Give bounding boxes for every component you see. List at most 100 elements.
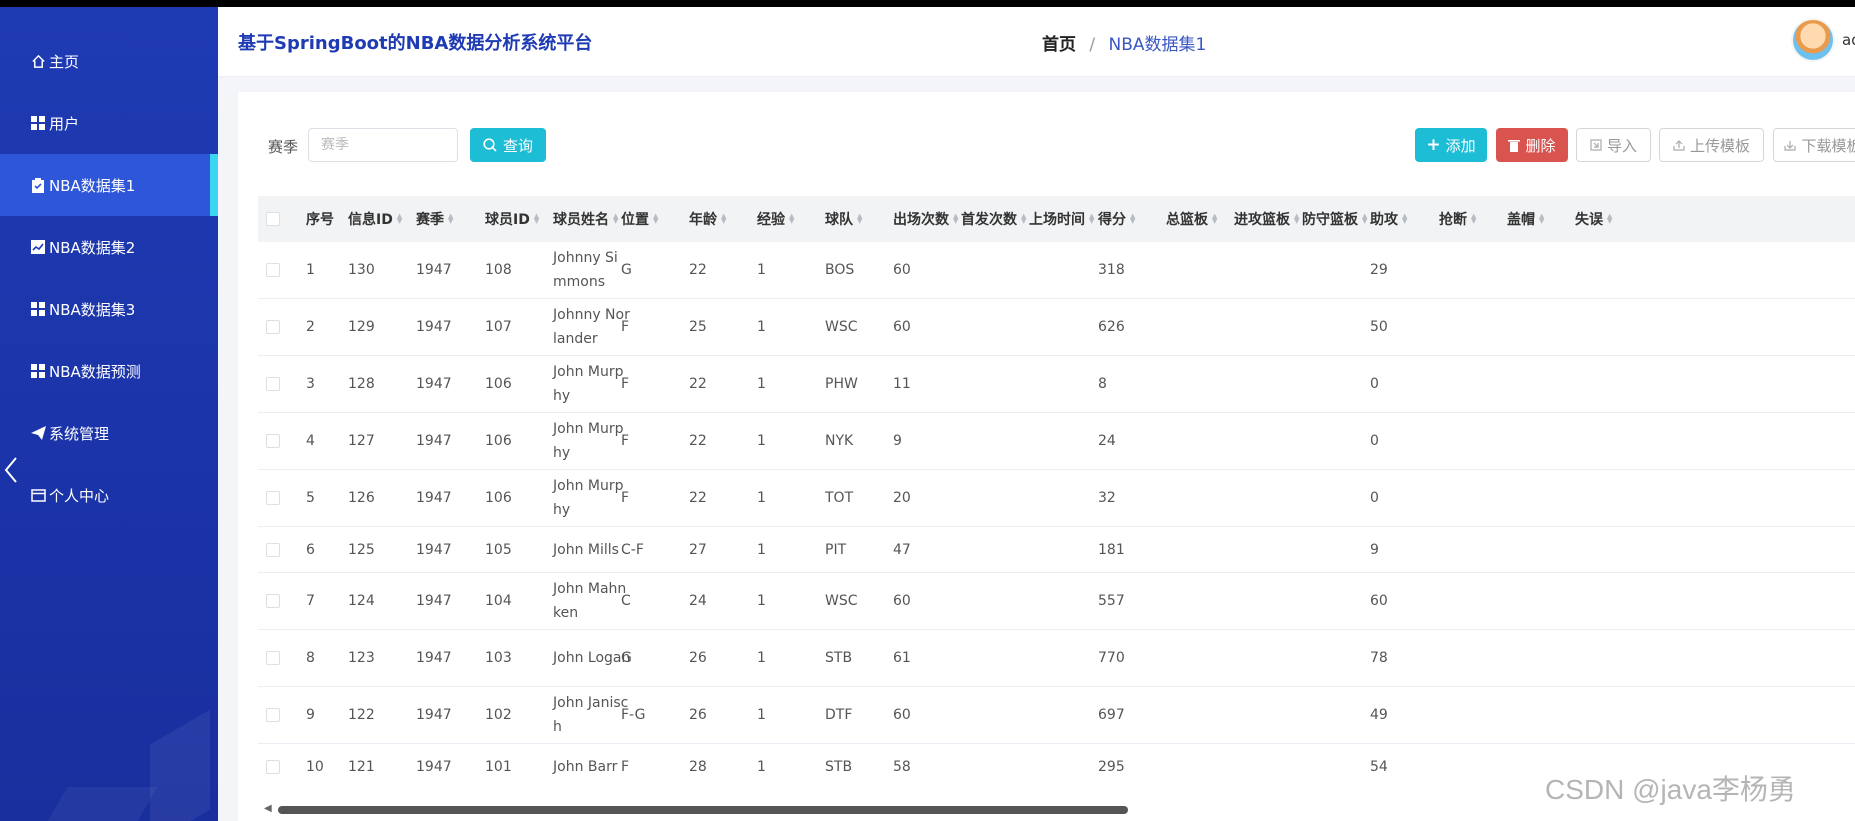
row-checkbox[interactable] bbox=[266, 708, 280, 722]
column-header[interactable]: 抢断 ▲ ▼ bbox=[1439, 196, 1476, 242]
add-button[interactable]: + 添加 bbox=[1415, 128, 1487, 162]
cell-no: 8 bbox=[306, 650, 315, 666]
select-all-checkbox[interactable] bbox=[266, 212, 280, 226]
avatar[interactable] bbox=[1791, 18, 1835, 62]
column-header[interactable]: 助攻 ▲ ▼ bbox=[1370, 196, 1407, 242]
row-checkbox[interactable] bbox=[266, 434, 280, 448]
table-row[interactable]: 5 126 1947 106 John Murphy F 22 1 TOT 20 32 0 bbox=[258, 470, 1855, 527]
cell-info-id: 123 bbox=[348, 650, 375, 666]
sort-icon[interactable]: ▲ ▼ bbox=[1089, 213, 1094, 225]
column-header[interactable]: 出场次数 ▲ ▼ bbox=[893, 196, 958, 242]
column-header[interactable]: 信息ID ▲ ▼ bbox=[348, 196, 402, 242]
sidebar-item-users[interactable]: 用户 bbox=[0, 92, 218, 154]
import-button[interactable]: 导入 bbox=[1576, 128, 1651, 162]
sort-icon[interactable]: ▲ ▼ bbox=[1362, 213, 1367, 225]
column-header[interactable]: 球队 ▲ ▼ bbox=[825, 196, 862, 242]
download-icon bbox=[1784, 141, 1797, 151]
sort-icon[interactable]: ▲ ▼ bbox=[1212, 213, 1217, 225]
sort-icon[interactable]: ▲ ▼ bbox=[613, 213, 618, 225]
column-header[interactable]: 序号 bbox=[306, 196, 334, 242]
sort-icon[interactable]: ▲ ▼ bbox=[953, 213, 958, 225]
table-row[interactable]: 3 128 1947 106 John Murphy F 22 1 PHW 11 8 0 bbox=[258, 356, 1855, 413]
cell-pos: F bbox=[621, 490, 630, 506]
column-header[interactable]: 失误 ▲ ▼ bbox=[1575, 196, 1612, 242]
row-checkbox[interactable] bbox=[266, 651, 280, 665]
cell-exp: 1 bbox=[757, 593, 766, 609]
sort-icon[interactable]: ▲ ▼ bbox=[1021, 213, 1026, 225]
row-checkbox-cell bbox=[266, 470, 280, 526]
user-name[interactable]: ad bbox=[1842, 31, 1855, 49]
row-checkbox[interactable] bbox=[266, 491, 280, 505]
column-header[interactable]: 上场时间 ▲ ▼ bbox=[1029, 196, 1094, 242]
sidebar-item-nba-dataset-2[interactable]: NBA数据集2 bbox=[0, 216, 218, 278]
plus-icon: + bbox=[1426, 135, 1441, 155]
cell-pos: F bbox=[621, 376, 630, 392]
cell-assists: 49 bbox=[1370, 707, 1388, 723]
row-checkbox[interactable] bbox=[266, 320, 280, 334]
sort-icon[interactable]: ▲ ▼ bbox=[1607, 213, 1612, 225]
column-header[interactable]: 球员姓名 ▲ ▼ bbox=[553, 196, 618, 242]
table-row[interactable]: 2 129 1947 107 Johnny Norlander F 25 1 WSC 60 626 5… bbox=[258, 299, 1855, 356]
table-row[interactable]: 6 125 1947 105 John Mills C-F 27 1 PIT 47 181 9 bbox=[258, 527, 1855, 573]
column-header[interactable]: 总篮板 ▲ ▼ bbox=[1166, 196, 1217, 242]
column-header[interactable]: 年龄 ▲ ▼ bbox=[689, 196, 726, 242]
cell-age: 26 bbox=[689, 707, 707, 723]
download-template-button[interactable]: 下载模板 bbox=[1773, 128, 1855, 162]
sort-icon[interactable]: ▲ ▼ bbox=[1402, 213, 1407, 225]
column-header[interactable]: 进攻篮板 ▲ ▼ bbox=[1234, 196, 1299, 242]
breadcrumb: 首页 / NBA数据集1 bbox=[1042, 30, 1206, 55]
cell-season: 1947 bbox=[416, 490, 452, 506]
column-header[interactable]: 盖帽 ▲ ▼ bbox=[1507, 196, 1544, 242]
column-header[interactable]: 经验 ▲ ▼ bbox=[757, 196, 794, 242]
row-checkbox[interactable] bbox=[266, 759, 280, 774]
sidebar-item-nba-prediction[interactable]: NBA数据预测 bbox=[0, 340, 218, 402]
scrollbar-thumb[interactable] bbox=[278, 806, 1128, 814]
sort-icon[interactable]: ▲ ▼ bbox=[789, 213, 794, 225]
table-row[interactable]: 4 127 1947 106 John Murphy F 22 1 NYK 9 24 0 bbox=[258, 413, 1855, 470]
column-header[interactable]: 球员ID ▲ ▼ bbox=[485, 196, 539, 242]
sort-icon[interactable]: ▲ ▼ bbox=[1471, 213, 1476, 225]
sort-icon[interactable]: ▲ ▼ bbox=[1294, 213, 1299, 225]
column-header[interactable]: 位置 ▲ ▼ bbox=[621, 196, 658, 242]
table-row[interactable]: 1 130 1947 108 Johnny Simmons G 22 1 BOS 60 318 29 bbox=[258, 242, 1855, 299]
sidebar-item-nba-dataset-3[interactable]: NBA数据集3 bbox=[0, 278, 218, 340]
collapse-sidebar-icon[interactable] bbox=[4, 457, 18, 490]
sort-icon[interactable]: ▲ ▼ bbox=[721, 213, 726, 225]
cell-name: John Murphy bbox=[553, 478, 624, 518]
sidebar-item-nba-dataset-1[interactable]: NBA数据集1 bbox=[0, 154, 218, 216]
sidebar-item-personal-center[interactable]: 个人中心 bbox=[0, 464, 218, 526]
column-header[interactable]: 得分 ▲ ▼ bbox=[1098, 196, 1135, 242]
cell-team: STB bbox=[825, 758, 853, 775]
column-header[interactable]: 赛季 ▲ ▼ bbox=[416, 196, 453, 242]
sort-icon[interactable]: ▲ ▼ bbox=[1130, 213, 1135, 225]
delete-button[interactable]: 删除 bbox=[1496, 128, 1568, 162]
breadcrumb-home[interactable]: 首页 bbox=[1042, 35, 1076, 55]
sidebar-item-system-management[interactable]: 系统管理 bbox=[0, 402, 218, 464]
cell-info-id: 130 bbox=[348, 262, 375, 278]
sort-icon[interactable]: ▲ ▼ bbox=[397, 213, 402, 225]
row-checkbox[interactable] bbox=[266, 377, 280, 391]
cell-age: 28 bbox=[689, 758, 707, 775]
row-checkbox[interactable] bbox=[266, 594, 280, 608]
scroll-left-icon[interactable]: ◀ bbox=[264, 803, 272, 814]
row-checkbox[interactable] bbox=[266, 263, 280, 277]
season-search-input[interactable] bbox=[308, 128, 458, 162]
sort-icon[interactable]: ▲ ▼ bbox=[534, 213, 539, 225]
import-icon bbox=[1590, 139, 1602, 151]
sort-icon[interactable]: ▲ ▼ bbox=[653, 213, 658, 225]
row-checkbox[interactable] bbox=[266, 542, 280, 557]
column-header[interactable]: 首发次数 ▲ ▼ bbox=[961, 196, 1026, 242]
sort-icon[interactable]: ▲ ▼ bbox=[448, 213, 453, 225]
table-row[interactable]: 8 123 1947 103 John Logan G 26 1 STB 61 770 78 bbox=[258, 630, 1855, 687]
upload-template-button[interactable]: 上传模板 bbox=[1659, 128, 1764, 162]
query-button[interactable]: 查询 bbox=[470, 128, 546, 162]
table-row[interactable]: 9 122 1947 102 John Janisch F-G 26 1 DTF 60 697 49 bbox=[258, 687, 1855, 744]
cell-age: 22 bbox=[689, 262, 707, 278]
sort-icon[interactable]: ▲ ▼ bbox=[1539, 213, 1544, 225]
table-row[interactable]: 7 124 1947 104 John Mahnken C 24 1 WSC 60 557 60 bbox=[258, 573, 1855, 630]
sidebar-item-home[interactable]: 主页 bbox=[0, 30, 218, 92]
column-header[interactable]: 防守篮板 ▲ ▼ bbox=[1302, 196, 1367, 242]
sort-icon[interactable]: ▲ ▼ bbox=[857, 213, 862, 225]
cell-games: 47 bbox=[893, 541, 911, 558]
sidebar-item-label: NBA数据预测 bbox=[49, 362, 141, 381]
